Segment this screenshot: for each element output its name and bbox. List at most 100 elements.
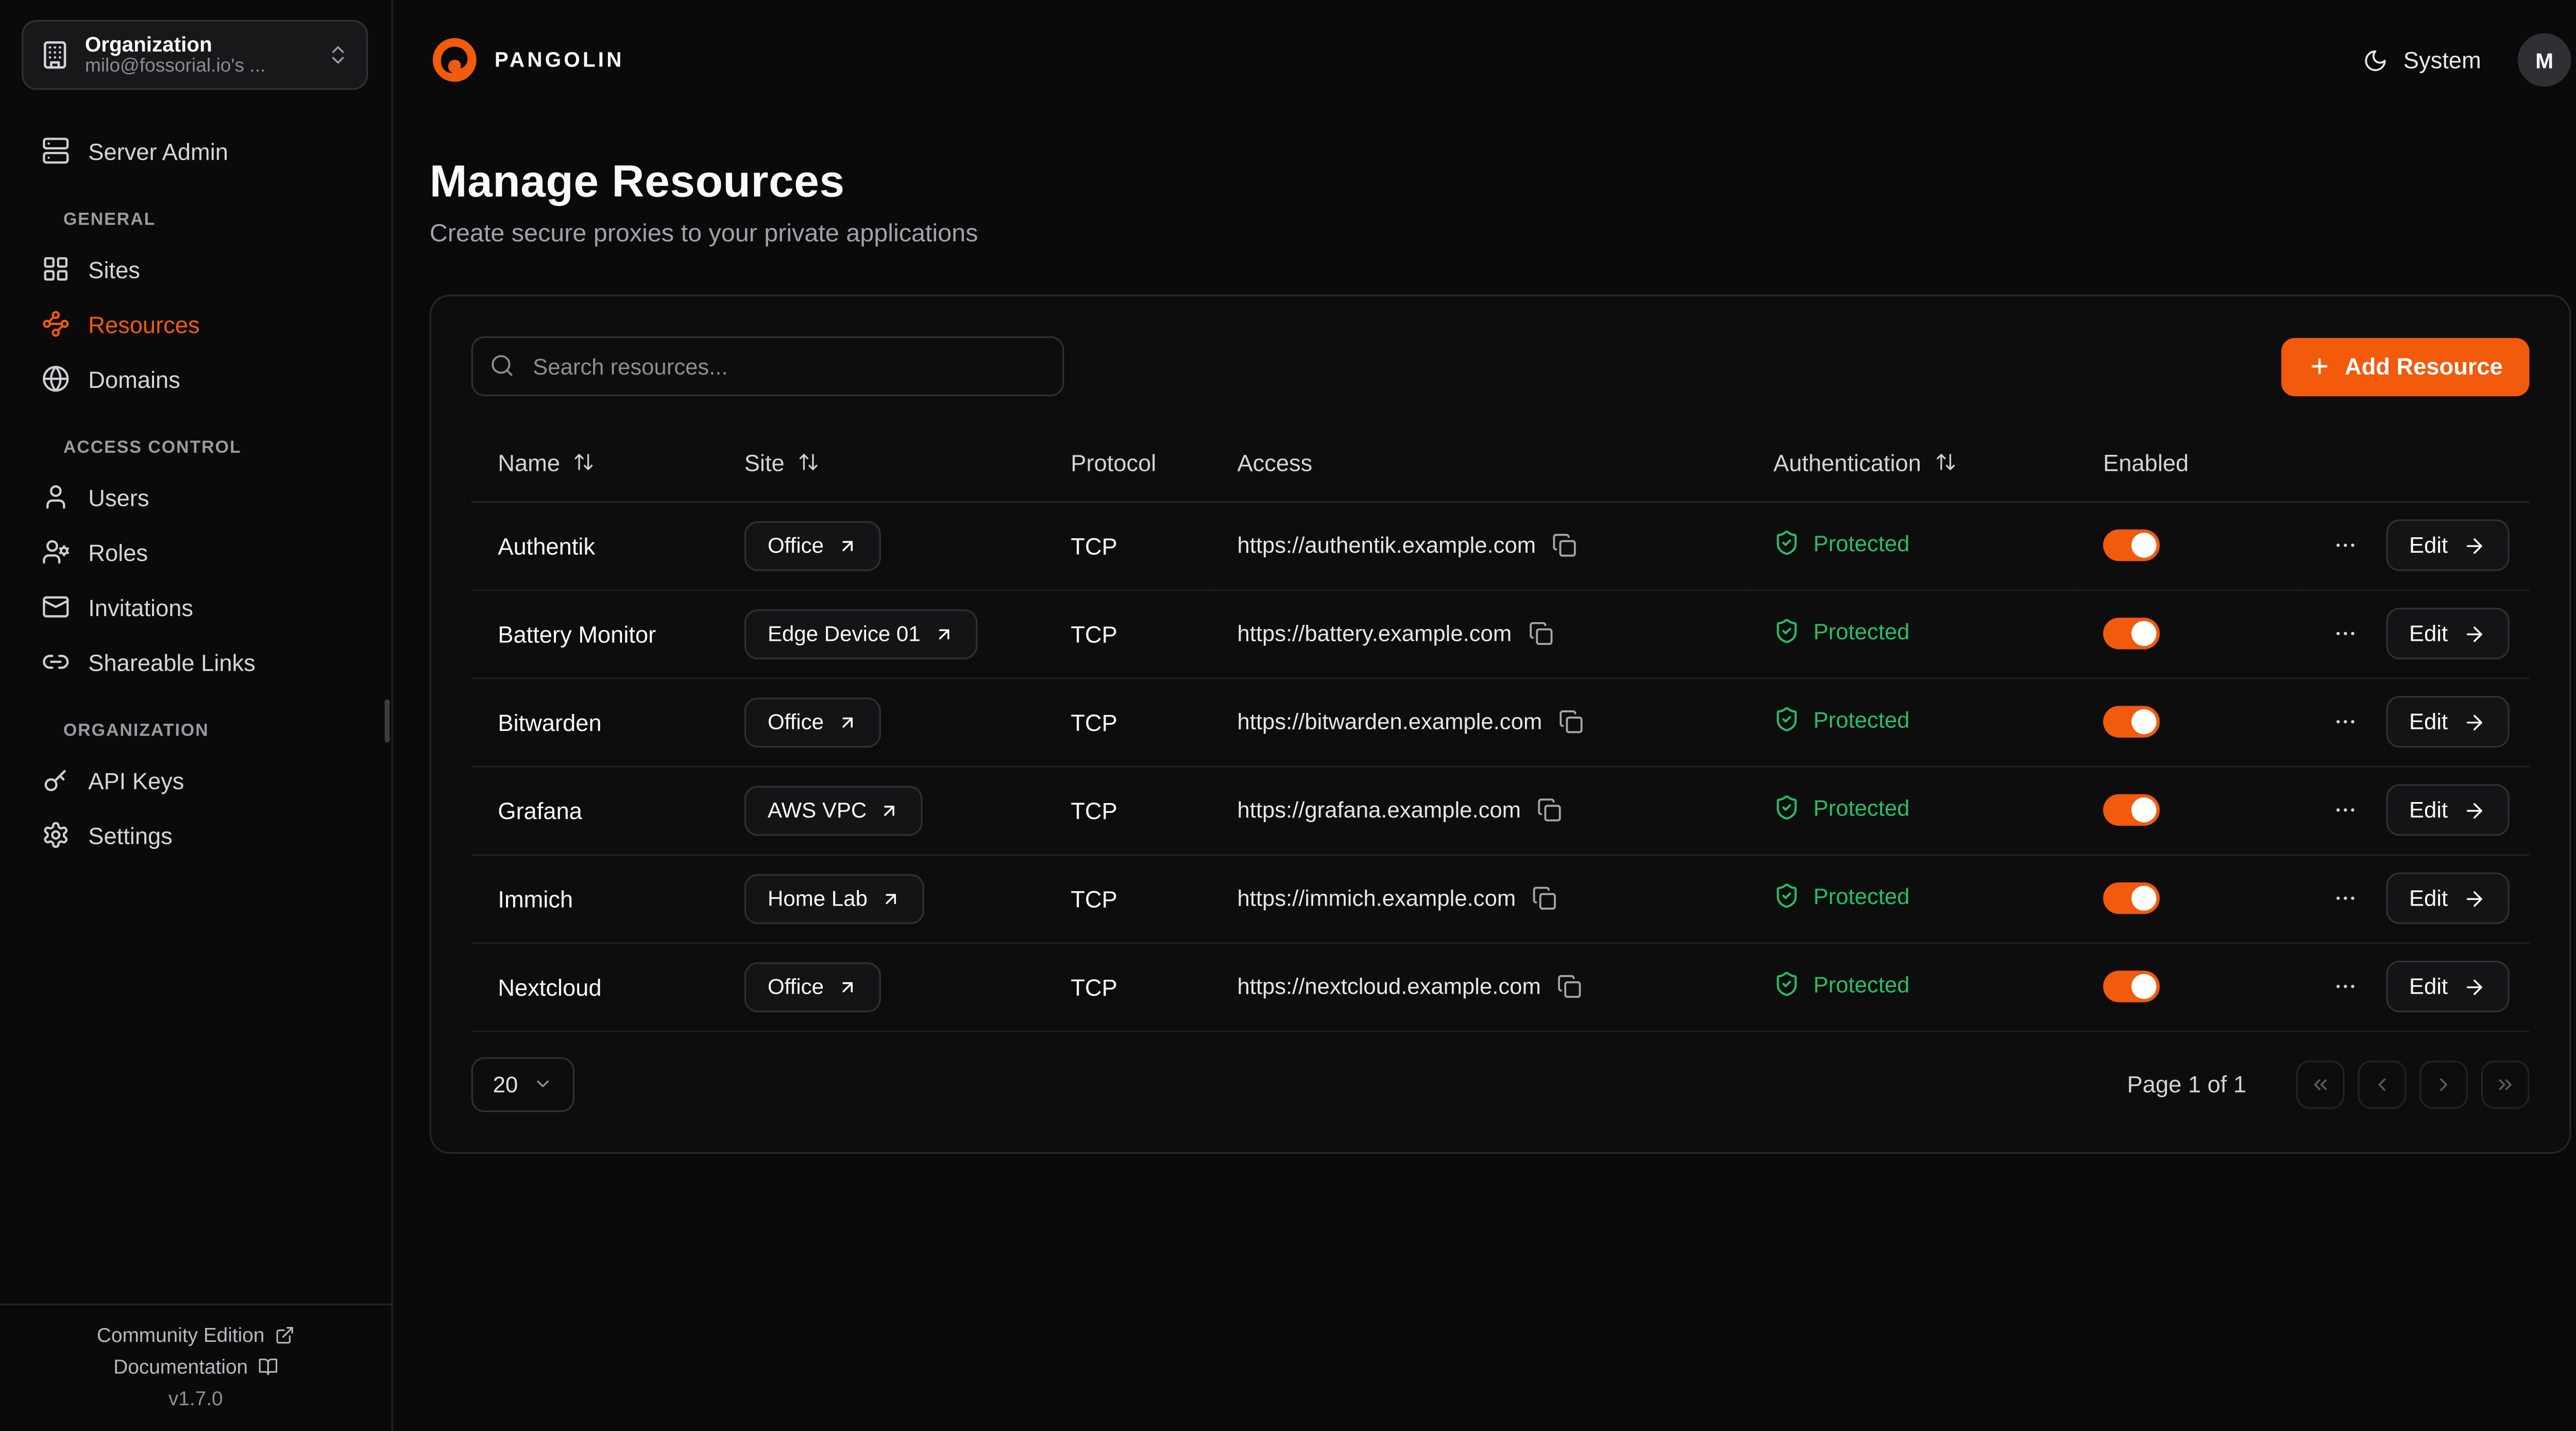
resource-name: Nextcloud — [498, 973, 601, 1000]
shield-check-icon — [1773, 882, 1800, 909]
arrow-up-right-icon — [881, 888, 901, 908]
site-link-button[interactable]: AWS VPC — [744, 785, 923, 835]
sidebar-item-sites[interactable]: Sites — [20, 242, 371, 297]
enabled-toggle[interactable] — [2103, 794, 2160, 826]
resource-name: Authentik — [498, 532, 595, 559]
sidebar-item-api-keys[interactable]: API Keys — [20, 753, 371, 808]
enabled-toggle[interactable] — [2103, 618, 2160, 649]
edit-button[interactable]: Edit — [2386, 784, 2510, 836]
protocol-value: TCP — [1071, 708, 1117, 735]
sidebar-footer: Community Edition Documentation v1.7.0 — [0, 1303, 392, 1431]
sidebar-item-label: Roles — [88, 539, 148, 566]
chevrons-left-icon — [2310, 1073, 2331, 1095]
org-title: Organization — [85, 33, 312, 57]
sidebar-item-label: Shareable Links — [88, 649, 256, 675]
org-selector[interactable]: Organization milo@fossorial.io's ... — [22, 20, 368, 90]
sort-authentication[interactable]: Authentication — [1773, 449, 1956, 476]
sort-site[interactable]: Site — [744, 449, 820, 476]
row-menu-button[interactable] — [2329, 706, 2361, 737]
row-menu-button[interactable] — [2329, 530, 2361, 561]
sidebar-item-invitations[interactable]: Invitations — [20, 580, 371, 635]
copy-url-button[interactable] — [1537, 797, 1562, 822]
page-indicator: Page 1 of 1 — [2127, 1070, 2246, 1097]
site-link-button[interactable]: Office — [744, 697, 880, 747]
row-menu-button[interactable] — [2329, 618, 2361, 649]
copy-url-button[interactable] — [1557, 974, 1582, 999]
sort-name[interactable]: Name — [498, 449, 595, 476]
auth-status-badge: Protected — [1773, 794, 1909, 821]
page-subtitle: Create secure proxies to your private ap… — [430, 220, 2571, 248]
edit-button[interactable]: Edit — [2386, 696, 2510, 747]
edit-button[interactable]: Edit — [2386, 608, 2510, 659]
main-content: PANGOLIN System M Manage Resources Creat… — [393, 0, 2576, 1431]
enabled-toggle[interactable] — [2103, 882, 2160, 914]
edit-button[interactable]: Edit — [2386, 873, 2510, 924]
search-input[interactable] — [471, 336, 1064, 396]
last-page-button[interactable] — [2481, 1060, 2530, 1108]
site-link-button[interactable]: Edge Device 01 — [744, 608, 977, 658]
copy-url-button[interactable] — [1552, 533, 1577, 557]
previous-page-button[interactable] — [2358, 1060, 2406, 1108]
site-link-button[interactable]: Home Lab — [744, 873, 924, 923]
sidebar-item-settings[interactable]: Settings — [20, 808, 371, 863]
community-edition-link[interactable]: Community Edition — [97, 1323, 295, 1346]
sidebar-item-roles[interactable]: Roles — [20, 524, 371, 580]
shield-check-icon — [1773, 530, 1800, 556]
sidebar-item-resources[interactable]: Resources — [20, 296, 371, 351]
column-header-access: Access — [1211, 424, 1747, 501]
arrow-up-right-icon — [837, 535, 857, 555]
sidebar-item-users[interactable]: Users — [20, 469, 371, 524]
sidebar-item-server-admin[interactable]: Server Admin — [20, 123, 371, 178]
resource-name: Battery Monitor — [498, 620, 656, 647]
copy-url-button[interactable] — [1559, 709, 1584, 734]
globe-icon — [42, 365, 70, 393]
version-label: v1.7.0 — [168, 1386, 223, 1409]
documentation-link[interactable]: Documentation — [113, 1354, 278, 1377]
enabled-toggle[interactable] — [2103, 970, 2160, 1002]
chevron-right-icon — [2433, 1073, 2454, 1095]
edit-button[interactable]: Edit — [2386, 961, 2510, 1012]
sidebar-nav: Server Admin GENERAL Sites Resources Dom — [0, 123, 392, 1303]
auth-status-badge: Protected — [1773, 530, 1909, 556]
sidebar-item-label: Settings — [88, 822, 173, 848]
chevron-down-icon — [533, 1074, 553, 1094]
site-link-button[interactable]: Office — [744, 962, 880, 1012]
arrow-right-icon — [2463, 975, 2486, 998]
arrow-right-icon — [2463, 887, 2486, 910]
copy-url-button[interactable] — [1529, 621, 1553, 646]
copy-icon — [1537, 797, 1562, 822]
protocol-value: TCP — [1071, 532, 1117, 559]
row-menu-button[interactable] — [2329, 882, 2361, 914]
add-resource-button[interactable]: Add Resource — [2281, 337, 2529, 396]
page-title: Manage Resources — [430, 157, 2571, 208]
page-size-select[interactable]: 20 — [471, 1057, 574, 1112]
enabled-toggle[interactable] — [2103, 530, 2160, 561]
arrow-up-right-icon — [837, 977, 857, 997]
sidebar-item-label: Sites — [88, 255, 140, 282]
avatar[interactable]: M — [2518, 33, 2571, 87]
table-header-row: Name Site Protocol Access — [471, 424, 2530, 501]
section-label-general: GENERAL — [63, 210, 371, 230]
row-menu-button[interactable] — [2329, 970, 2361, 1002]
enabled-toggle[interactable] — [2103, 706, 2160, 737]
sidebar-item-label: Users — [88, 484, 149, 510]
next-page-button[interactable] — [2419, 1060, 2468, 1108]
sidebar-item-shareable-links[interactable]: Shareable Links — [20, 634, 371, 689]
shield-check-icon — [1773, 706, 1800, 732]
copy-url-button[interactable] — [1533, 885, 1557, 910]
site-link-button[interactable]: Office — [744, 520, 880, 570]
access-url: https://bitwarden.example.com — [1237, 709, 1542, 734]
table-row: Battery Monitor Edge Device 01 TCP https… — [471, 589, 2530, 677]
row-menu-button[interactable] — [2329, 794, 2361, 826]
first-page-button[interactable] — [2296, 1060, 2345, 1108]
auth-status-badge: Protected — [1773, 882, 1909, 909]
sidebar-item-domains[interactable]: Domains — [20, 351, 371, 406]
access-url: https://authentik.example.com — [1237, 533, 1536, 557]
edit-button[interactable]: Edit — [2386, 519, 2510, 571]
sidebar-scrollbar-thumb[interactable] — [385, 699, 390, 742]
theme-toggle-button[interactable]: System — [2363, 46, 2481, 73]
auth-status-badge: Protected — [1773, 970, 1909, 997]
copy-icon — [1552, 533, 1577, 557]
protocol-value: TCP — [1071, 885, 1117, 912]
sidebar-item-label: API Keys — [88, 766, 184, 793]
